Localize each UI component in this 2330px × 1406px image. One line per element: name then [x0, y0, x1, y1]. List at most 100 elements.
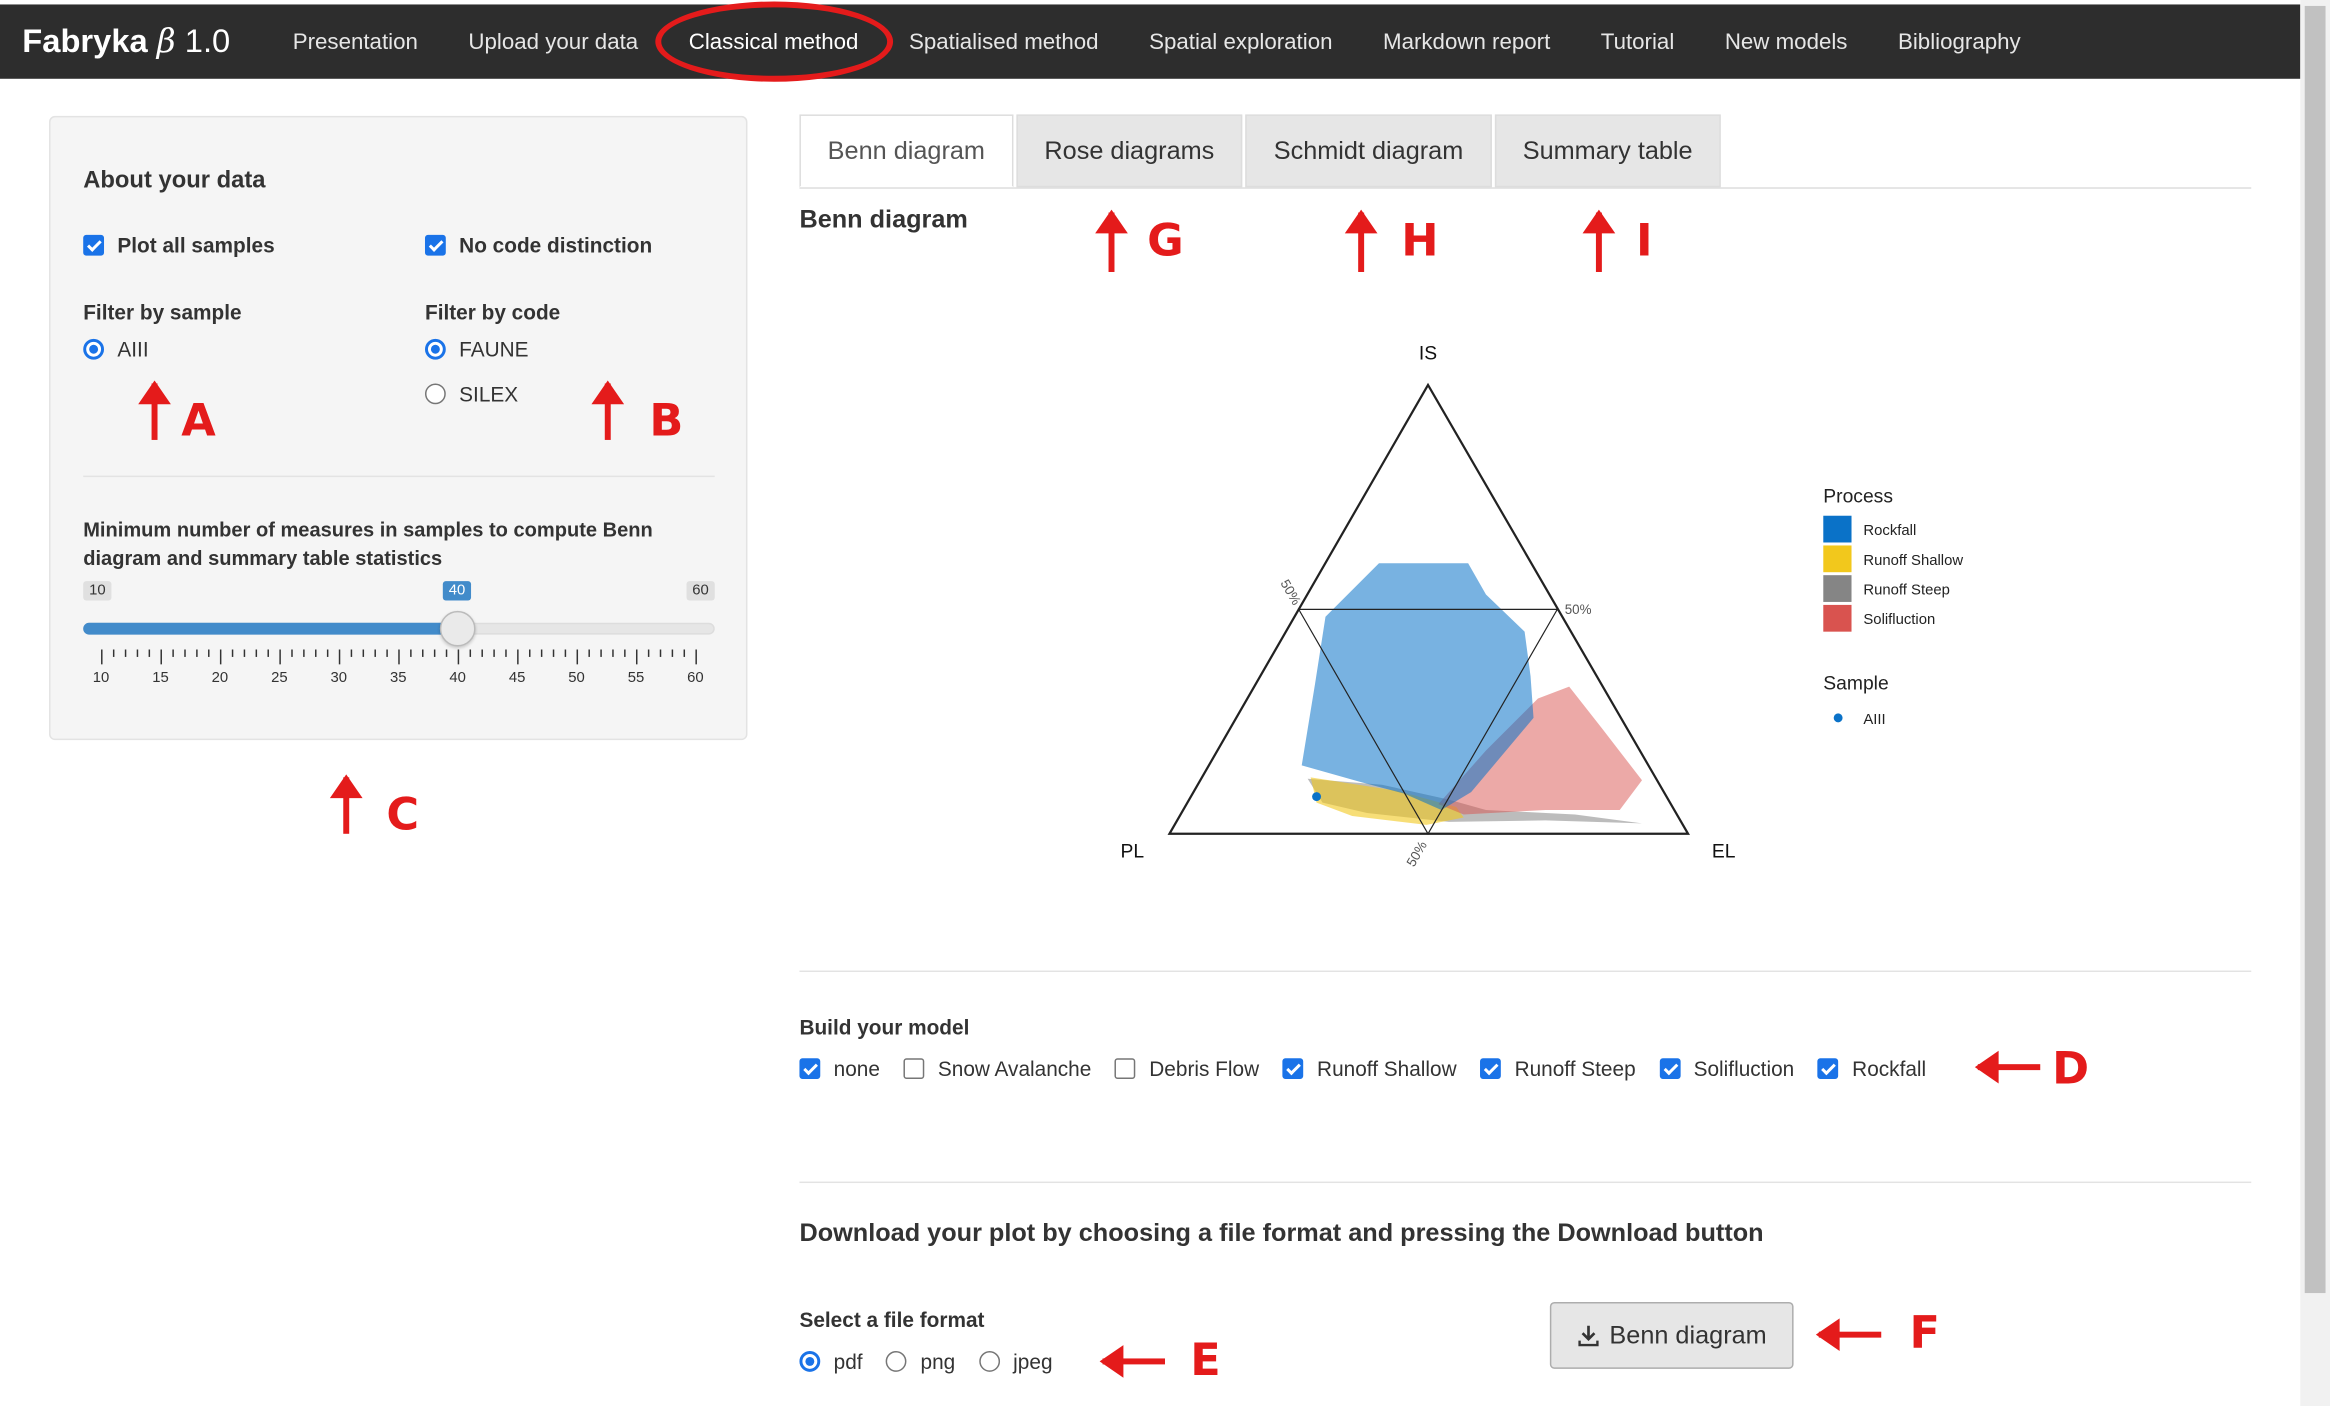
divider [83, 475, 715, 478]
no-code-distinction-checkbox[interactable]: No code distinction [424, 233, 652, 257]
slider-tick [267, 649, 269, 657]
brand[interactable]: Fabryka β 1.0 [0, 22, 267, 61]
slider-tick [410, 649, 412, 657]
annotation-arrow-a [138, 380, 171, 440]
nav-bibliography[interactable]: Bibliography [1873, 4, 2046, 78]
checkbox-icon[interactable] [1480, 1058, 1502, 1080]
model-snow-avalanche-checkbox[interactable]: Snow Avalanche [903, 1057, 1091, 1081]
model-solifluction-checkbox[interactable]: Solifluction [1659, 1057, 1794, 1081]
checkbox-icon[interactable] [799, 1058, 821, 1080]
annotation-h: H [1401, 215, 1439, 268]
legend-swatch-solifluction [1823, 604, 1852, 632]
nav-markdown-report[interactable]: Markdown report [1358, 4, 1576, 78]
annotation-arrow-e [1099, 1345, 1166, 1378]
nav-upload[interactable]: Upload your data [443, 4, 663, 78]
checkbox-icon[interactable] [903, 1058, 925, 1080]
code-option-label: SILEX [459, 381, 519, 406]
slider-tick [588, 649, 590, 657]
code-radio-faune[interactable]: FAUNE [424, 337, 529, 361]
checkbox-icon[interactable] [1659, 1058, 1681, 1080]
format-radio-pdf[interactable]: pdf [799, 1349, 863, 1374]
slider-tick [564, 649, 567, 657]
annotation-arrow-b [591, 380, 625, 440]
slider-tick [529, 649, 531, 657]
slider-tick [671, 649, 674, 657]
tab-summary-table[interactable]: Summary table [1494, 114, 1721, 188]
min-measures-slider[interactable]: 10 40 60 10 15 20 25 30 35 40 45 50 55 60 [83, 578, 715, 687]
sample-radio-aiii[interactable]: AIII [83, 337, 149, 361]
model-runoff-shallow-checkbox[interactable]: Runoff Shallow [1282, 1057, 1457, 1081]
model-item-label: Debris Flow [1149, 1056, 1260, 1081]
checkbox-icon[interactable] [424, 234, 446, 256]
slider-tick [172, 649, 174, 657]
slider-tick [540, 649, 543, 657]
scrollbar[interactable] [2300, 0, 2330, 1406]
tab-schmidt-diagram[interactable]: Schmidt diagram [1245, 114, 1492, 188]
annotation-f: F [1909, 1307, 1940, 1360]
slider-tick [469, 649, 472, 657]
radio-icon[interactable] [886, 1351, 908, 1372]
model-none-checkbox[interactable]: none [799, 1057, 880, 1081]
download-title: Download your plot by choosing a file fo… [799, 1218, 1764, 1247]
nav-tutorial[interactable]: Tutorial [1576, 4, 1700, 78]
scrollbar-thumb[interactable] [2304, 5, 2326, 1294]
slider-tick [350, 649, 353, 657]
nav-spatialised-method[interactable]: Spatialised method [884, 4, 1124, 78]
slider-handle[interactable] [439, 610, 476, 647]
annotation-a: A [181, 395, 216, 448]
checkbox-icon[interactable] [1115, 1058, 1136, 1080]
slider-tick [445, 649, 448, 657]
slider-tick [184, 649, 186, 657]
nav-items: Presentation Upload your data Classical … [267, 4, 2045, 78]
slider-tick [124, 649, 127, 657]
slider-tick [362, 649, 365, 657]
slider-tick [683, 649, 686, 657]
nav-spatial-exploration[interactable]: Spatial exploration [1124, 4, 1358, 78]
legend-label-runoff-steep: Runoff Steep [1863, 583, 1949, 599]
format-radio-jpeg[interactable]: jpeg [978, 1350, 1053, 1373]
format-label: png [920, 1349, 956, 1374]
slider-tick [433, 649, 436, 657]
brand-symbol: β [156, 23, 176, 61]
legend-sample-label: AIII [1863, 712, 1885, 728]
nav-classical-method[interactable]: Classical method [663, 4, 883, 78]
tab-benn-diagram[interactable]: Benn diagram [799, 114, 1014, 188]
checkbox-icon[interactable] [83, 234, 105, 256]
slider-tick [101, 649, 103, 665]
download-button[interactable]: Benn diagram [1549, 1301, 1794, 1369]
model-runoff-steep-checkbox[interactable]: Runoff Steep [1480, 1056, 1636, 1081]
legend-swatch-runoff-shallow [1823, 545, 1852, 573]
brand-version: 1.0 [184, 22, 231, 60]
checkbox-icon[interactable] [1282, 1058, 1304, 1080]
slider-tick [647, 649, 650, 657]
radio-icon[interactable] [978, 1351, 1000, 1372]
vertex-label-pl: PL [1121, 842, 1145, 863]
nav-presentation[interactable]: Presentation [267, 4, 443, 78]
slider-min: 10 [83, 581, 112, 601]
slider-tick [457, 649, 460, 665]
tab-rose-diagrams[interactable]: Rose diagrams [1016, 114, 1243, 188]
midline-label-right: 50% [1565, 602, 1592, 617]
code-radio-silex[interactable]: SILEX [424, 381, 519, 406]
radio-icon[interactable] [424, 383, 446, 405]
slider-tick-label: 15 [152, 670, 169, 687]
radio-icon[interactable] [799, 1351, 821, 1372]
sidebar-title: About your data [83, 167, 266, 194]
filter-code-label: Filter by code [424, 300, 561, 325]
model-debris-flow-checkbox[interactable]: Debris Flow [1115, 1057, 1259, 1081]
format-label: pdf [833, 1349, 863, 1374]
model-item-label: Runoff Steep [1514, 1056, 1636, 1081]
slider-tick [148, 649, 151, 657]
download-icon [1578, 1325, 1599, 1346]
tab-divider [799, 187, 2252, 189]
slider-tick [481, 649, 483, 657]
checkbox-icon[interactable] [1817, 1058, 1839, 1080]
format-radio-png[interactable]: png [886, 1349, 956, 1374]
model-rockfall-checkbox[interactable]: Rockfall [1817, 1057, 1926, 1081]
slider-tick [160, 649, 162, 665]
legend-label-solifluction: Solifluction [1863, 612, 1935, 628]
radio-icon[interactable] [424, 338, 446, 360]
plot-all-samples-checkbox[interactable]: Plot all samples [83, 233, 275, 257]
radio-icon[interactable] [83, 338, 105, 360]
nav-new-models[interactable]: New models [1700, 4, 1873, 78]
